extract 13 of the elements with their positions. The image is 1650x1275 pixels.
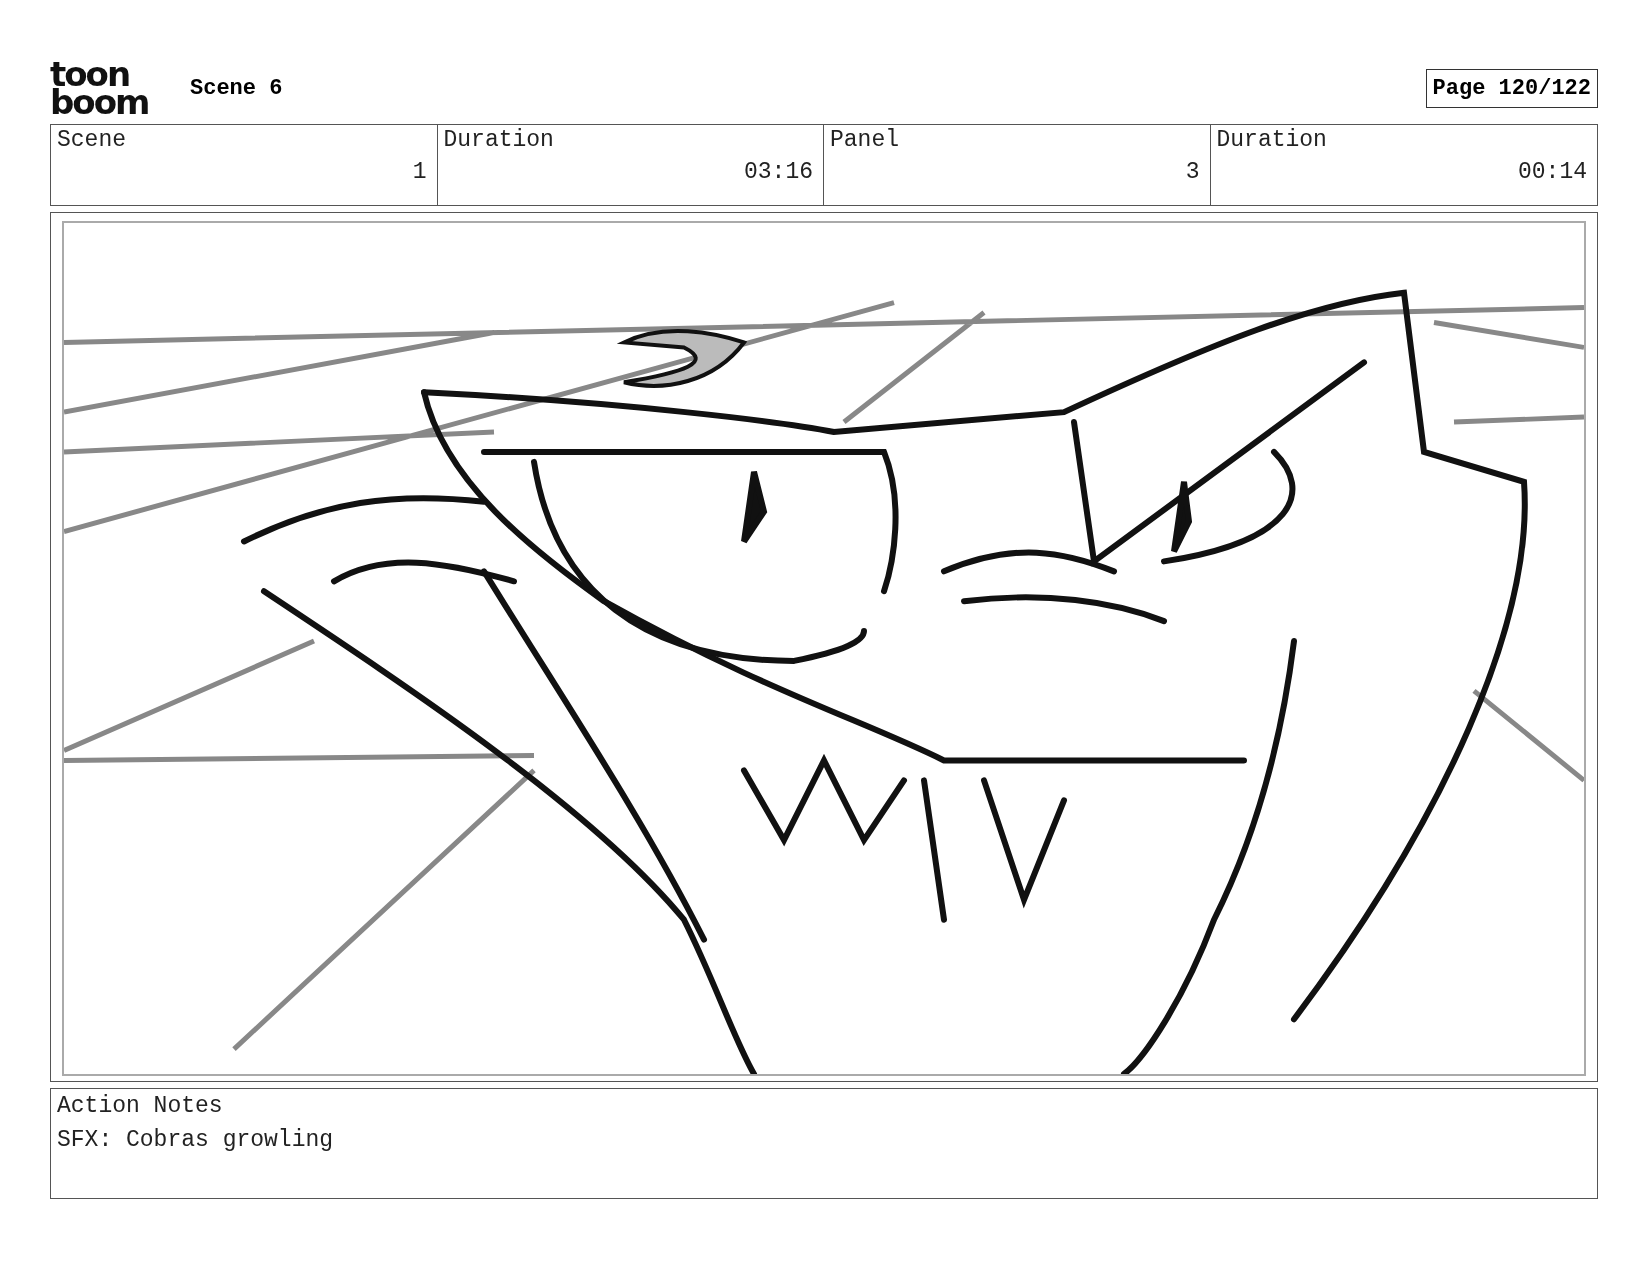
- column-header: Panel: [830, 127, 900, 153]
- table-cell-text: 1: [411, 159, 427, 185]
- table-cell-text: 00:14: [1517, 159, 1587, 185]
- table-cell-text: 3: [1184, 159, 1200, 185]
- notes-text: SFX: Cobras growling: [57, 1127, 335, 1153]
- page-number: Page 120/122: [1425, 68, 1598, 108]
- notes-title: Action Notes: [57, 1093, 224, 1119]
- logo: toon boom: [50, 60, 150, 116]
- column-header: Duration: [1216, 127, 1328, 153]
- table-cell-text: 03:16: [743, 159, 813, 185]
- column-header: Scene: [57, 127, 127, 153]
- column-header: Duration: [443, 127, 555, 153]
- scene-title: Scene 6: [190, 75, 283, 101]
